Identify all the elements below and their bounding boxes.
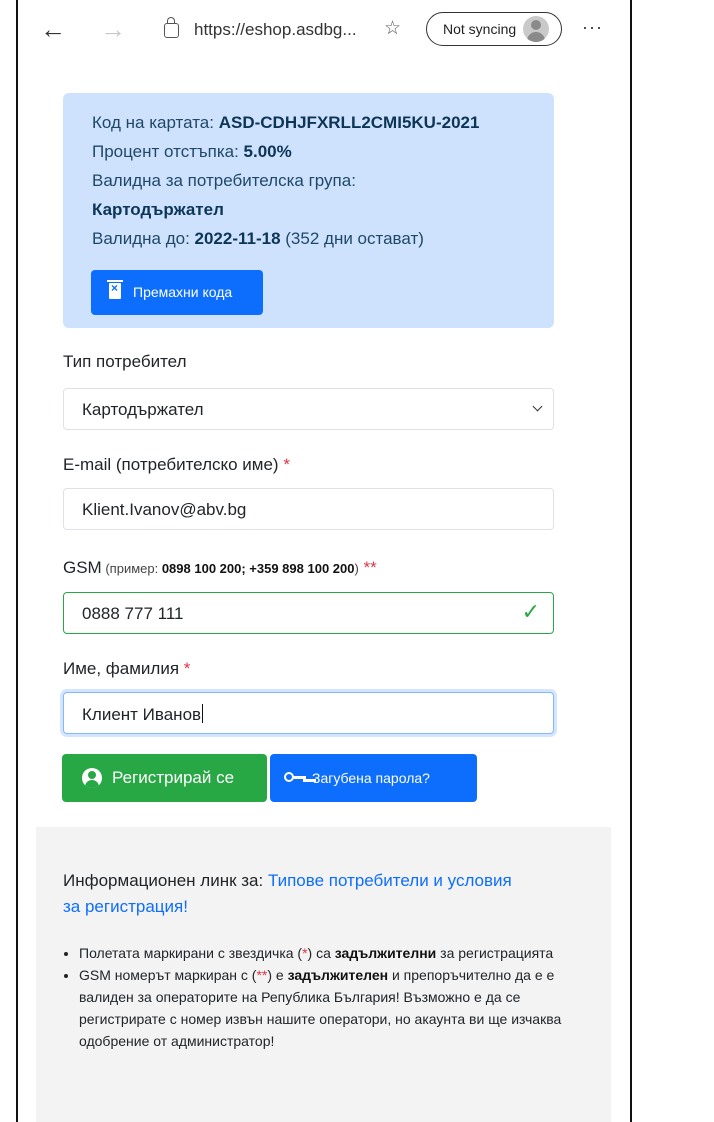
list-item: Полетата маркирани с звездичка (*) са за… [79,942,569,964]
required-mark: ** [256,967,268,983]
gsm-value: 0888 777 111 [82,604,184,623]
rule-text: GSM номерът маркиран с ( [79,967,257,983]
sync-button[interactable]: Not syncing [426,12,562,46]
card-code-line: Код на картата: ASD-CDHJFXRLL2CMI5KU-202… [92,113,479,133]
discount-label: Процент отстъпка: [92,142,244,161]
remove-code-label: Премахни кода [133,284,233,300]
text-cursor [202,704,204,723]
rule-strong: задължителни [334,945,437,961]
name-label-line: Име, фамилия * [63,659,190,679]
list-item: GSM номерът маркиран с (**) е задължител… [79,964,569,1052]
email-field[interactable]: Klient.Ivanov@abv.bg [63,488,554,530]
name-field[interactable]: Клиент Иванов [63,692,554,734]
discount-line: Процент отстъпка: 5.00% [92,142,292,162]
user-type-select[interactable]: Картодържател [63,388,554,430]
arrow-left-icon[interactable]: ← [40,14,66,45]
card-code-label: Код на картата: [92,113,219,132]
favorites-icon[interactable]: ☆ [384,17,401,40]
group-label: Валидна за потребителска група: [92,171,356,190]
address-bar[interactable]: https://eshop.asdbg... [194,20,357,40]
browser-toolbar: ← → https://eshop.asdbg... ☆ Not syncing… [18,0,630,62]
gsm-hint: (пример: 0898 100 200; +359 898 100 200) [101,561,358,576]
gsm-hint-example: 0898 100 200; +359 898 100 200 [161,561,355,576]
email-value: Klient.Ivanov@abv.bg [82,500,247,519]
lock-icon[interactable] [164,17,179,38]
register-label: Регистрирай се [112,768,235,787]
info-line: Информационен линк за: Типове потребител… [63,868,533,920]
name-value-wrap: Клиент Иванов [82,704,204,725]
more-icon[interactable]: ··· [582,17,603,38]
rule-strong: задължителен [287,967,389,983]
name-label: Име, фамилия [63,659,180,678]
discount-value: 5.00% [243,142,292,161]
lost-password-button[interactable]: Загубена парола? [270,754,477,802]
name-value: Клиент Иванов [82,705,202,724]
email-label-line: E-mail (потребителско име) * [63,455,290,475]
rule-text: ) са [307,945,335,961]
arrow-right-icon[interactable]: → [100,14,126,45]
card-code-value: ASD-CDHJFXRLL2CMI5KU-2021 [218,113,480,132]
page-content: Код на картата: ASD-CDHJFXRLL2CMI5KU-202… [36,62,611,1122]
chevron-down-icon [532,401,543,412]
register-button[interactable]: Регистрирай се [62,754,267,802]
user-circle-icon [82,768,102,788]
group-value: Картодържател [92,200,224,219]
browser-window: ← → https://eshop.asdbg... ☆ Not syncing… [16,0,632,1122]
valid-remaining: (352 дни остават) [280,229,424,248]
card-info-alert: Код на картата: ASD-CDHJFXRLL2CMI5KU-202… [63,93,554,328]
rule-text: за регистрацията [436,945,554,961]
valid-label: Валидна до: [92,229,195,248]
gsm-label-line: GSM (пример: 0898 100 200; +359 898 100 … [63,558,377,578]
trash-icon [107,280,123,299]
rule-text: ) е [267,967,288,983]
valid-line: Валидна до: 2022-11-18 (352 дни остават) [92,229,424,249]
required-mark: * [179,659,191,678]
key-icon [284,772,306,784]
user-type-value: Картодържател [82,400,204,419]
valid-date: 2022-11-18 [194,229,281,248]
gsm-label: GSM [63,558,102,577]
gsm-field[interactable]: 0888 777 111 ✓ [63,592,554,634]
lost-password-label: Загубена парола? [312,770,430,786]
checkmark-icon: ✓ [521,599,540,624]
avatar [523,16,549,42]
required-mark: * [278,455,290,474]
user-type-label: Тип потребител [63,352,187,371]
email-label: E-mail (потребителско име) [63,455,279,474]
required-mark: ** [358,558,377,577]
gsm-hint-prefix: (пример: [101,561,162,576]
info-label: Информационен линк за: [63,871,268,890]
remove-code-button[interactable]: Премахни кода [91,270,263,315]
rules-list: Полетата маркирани с звездичка (*) са за… [63,942,569,1052]
rule-text: Полетата маркирани с звездичка ( [79,945,303,961]
sync-label: Not syncing [443,21,517,37]
group-value-line: Картодържател [92,200,224,220]
